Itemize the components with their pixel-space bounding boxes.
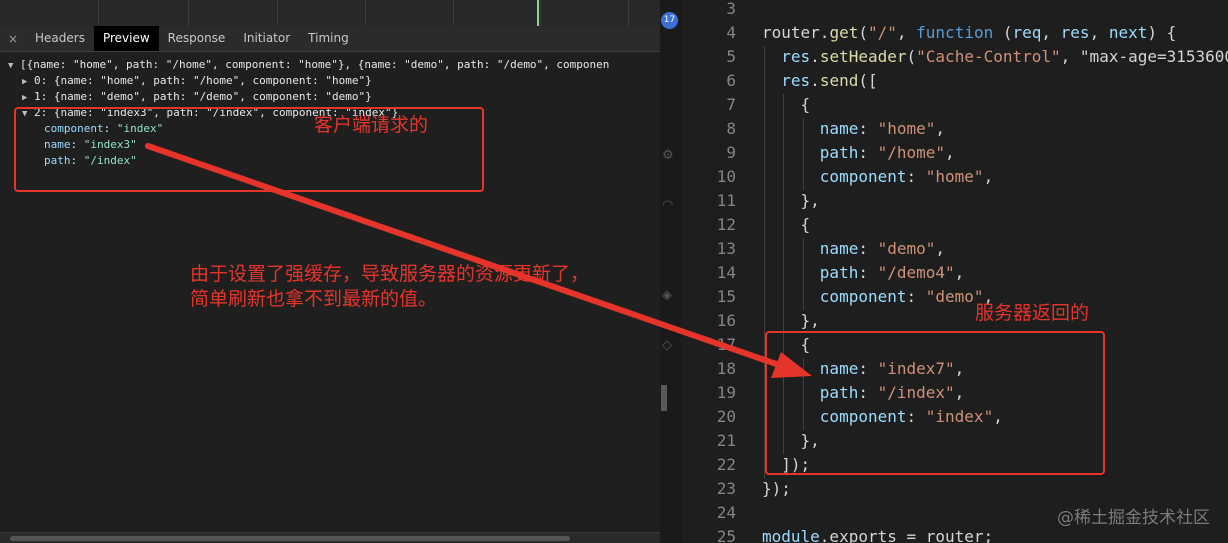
code-line[interactable]: router.get("/", function (req, res, next… (762, 23, 1176, 42)
line-number: 7 (726, 95, 736, 114)
code-line[interactable]: path: "/demo4", (762, 263, 965, 282)
scroll-indicator[interactable] (661, 385, 667, 411)
collapsed-triangle-icon[interactable]: ▶ (22, 90, 34, 106)
line-number: 16 (716, 311, 736, 330)
close-icon[interactable]: × (0, 32, 26, 46)
tree-root-text: [{name: "home", path: "/home", component… (20, 58, 610, 71)
line-number: 4 (726, 23, 736, 42)
explanation-line-2: 简单刷新也拿不到最新的值。 (190, 288, 438, 310)
code-line[interactable]: module.exports = router; (762, 527, 993, 543)
line-number: 9 (726, 143, 736, 162)
tab-preview[interactable]: Preview (93, 26, 159, 51)
line-number: 15 (716, 287, 736, 306)
code-line[interactable]: res.send([ (762, 71, 877, 90)
tab-response[interactable]: Response (159, 26, 235, 51)
line-number: 3 (726, 0, 736, 18)
code-line[interactable]: res.setHeader("Cache-Control", "max-age=… (762, 47, 1228, 66)
stack-icon: ◇ (662, 338, 672, 353)
line-number: 21 (716, 431, 736, 450)
code-line[interactable]: { (762, 215, 811, 234)
line-number: 18 (716, 359, 736, 378)
code-line[interactable]: component: "demo", (762, 287, 993, 306)
line-number: 12 (716, 215, 736, 234)
server-highlight-box (765, 331, 1105, 475)
tree-item-text: 1: {name: "demo", path: "/demo", compone… (34, 90, 372, 103)
devtools-tab-bar: × Headers Preview Response Initiator Tim… (0, 26, 660, 52)
line-number: 11 (716, 191, 736, 210)
code-line[interactable]: }); (762, 479, 791, 498)
code-line[interactable]: name: "home", (762, 119, 945, 138)
tree-item-text: 0: {name: "home", path: "/home", compone… (34, 74, 372, 87)
code-line[interactable]: }, (762, 191, 820, 210)
line-number: 25 (716, 527, 736, 543)
line-number: 6 (726, 71, 736, 90)
line-number: 23 (716, 479, 736, 498)
tab-timing[interactable]: Timing (299, 26, 358, 51)
line-number: 14 (716, 263, 736, 282)
network-timeline (0, 0, 660, 27)
client-label: 客户端请求的 (314, 114, 429, 136)
expanded-triangle-icon[interactable]: ▼ (8, 58, 20, 74)
tab-initiator[interactable]: Initiator (234, 26, 299, 51)
explanation-line-1: 由于设置了强缓存，导致服务器的资源更新了， (190, 263, 590, 285)
code-line[interactable]: name: "demo", (762, 239, 945, 258)
line-number: 24 (716, 503, 736, 522)
code-line[interactable]: }, (762, 311, 820, 330)
notification-badge: 17 (661, 12, 678, 29)
tree-item-0[interactable]: ▶ 0: {name: "home", path: "/home", compon… (22, 73, 372, 90)
code-line[interactable]: path: "/home", (762, 143, 955, 162)
tab-headers[interactable]: Headers (26, 26, 94, 51)
code-line[interactable]: component: "home", (762, 167, 993, 186)
settings-icon[interactable]: ⚙ (662, 148, 674, 163)
server-label: 服务器返回的 (975, 302, 1090, 324)
line-number: 8 (726, 119, 736, 138)
timeline-marker (537, 0, 539, 26)
tree-item-1[interactable]: ▶ 1: {name: "demo", path: "/demo", compon… (22, 89, 372, 106)
line-number: 17 (716, 335, 736, 354)
collapsed-triangle-icon[interactable]: ▶ (22, 74, 34, 90)
line-number: 19 (716, 383, 736, 402)
activity-strip: 17 ⚙ ◠ ◈ ◇ (660, 0, 682, 543)
code-line[interactable]: { (762, 95, 811, 114)
tree-root-row[interactable]: ▼ [{name: "home", path: "/home", componen… (8, 57, 609, 74)
watermark: @稀土掘金技术社区 (1057, 508, 1210, 528)
line-number: 13 (716, 239, 736, 258)
wifi-icon: ◠ (662, 198, 674, 213)
scrollbar-thumb[interactable] (10, 536, 570, 541)
horizontal-scrollbar[interactable] (0, 532, 660, 543)
line-number: 5 (726, 47, 736, 66)
layers-icon: ◈ (662, 288, 672, 303)
line-number: 22 (716, 455, 736, 474)
line-number: 20 (716, 407, 736, 426)
line-number: 10 (716, 167, 736, 186)
